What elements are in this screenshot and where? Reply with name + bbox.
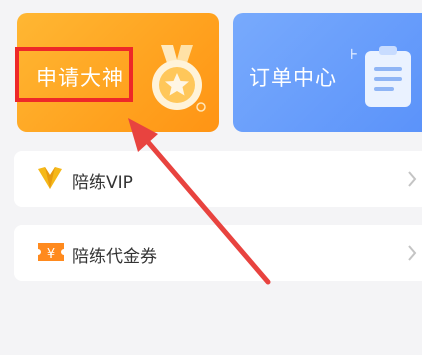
order-center-title: 订单中心 [249, 66, 337, 90]
coupon-label: 陪练代金券 [72, 247, 157, 267]
svg-text:¥: ¥ [47, 247, 55, 262]
vip-row[interactable]: 陪练VIP [14, 151, 422, 207]
clipboard-icon: + [351, 44, 411, 107]
vip-label: 陪练VIP [72, 173, 133, 193]
svg-text:+: + [351, 44, 358, 63]
chevron-right-icon [408, 171, 417, 187]
coupon-ticket-icon: ¥ [38, 243, 64, 262]
chevron-right-icon [408, 245, 417, 261]
sparkle-dot [196, 102, 206, 112]
vip-crown-icon [38, 167, 62, 189]
order-center-card[interactable]: 订单中心 + [233, 13, 422, 132]
highlight-box [15, 47, 133, 102]
coupon-row[interactable]: ¥ 陪练代金券 [14, 225, 422, 281]
